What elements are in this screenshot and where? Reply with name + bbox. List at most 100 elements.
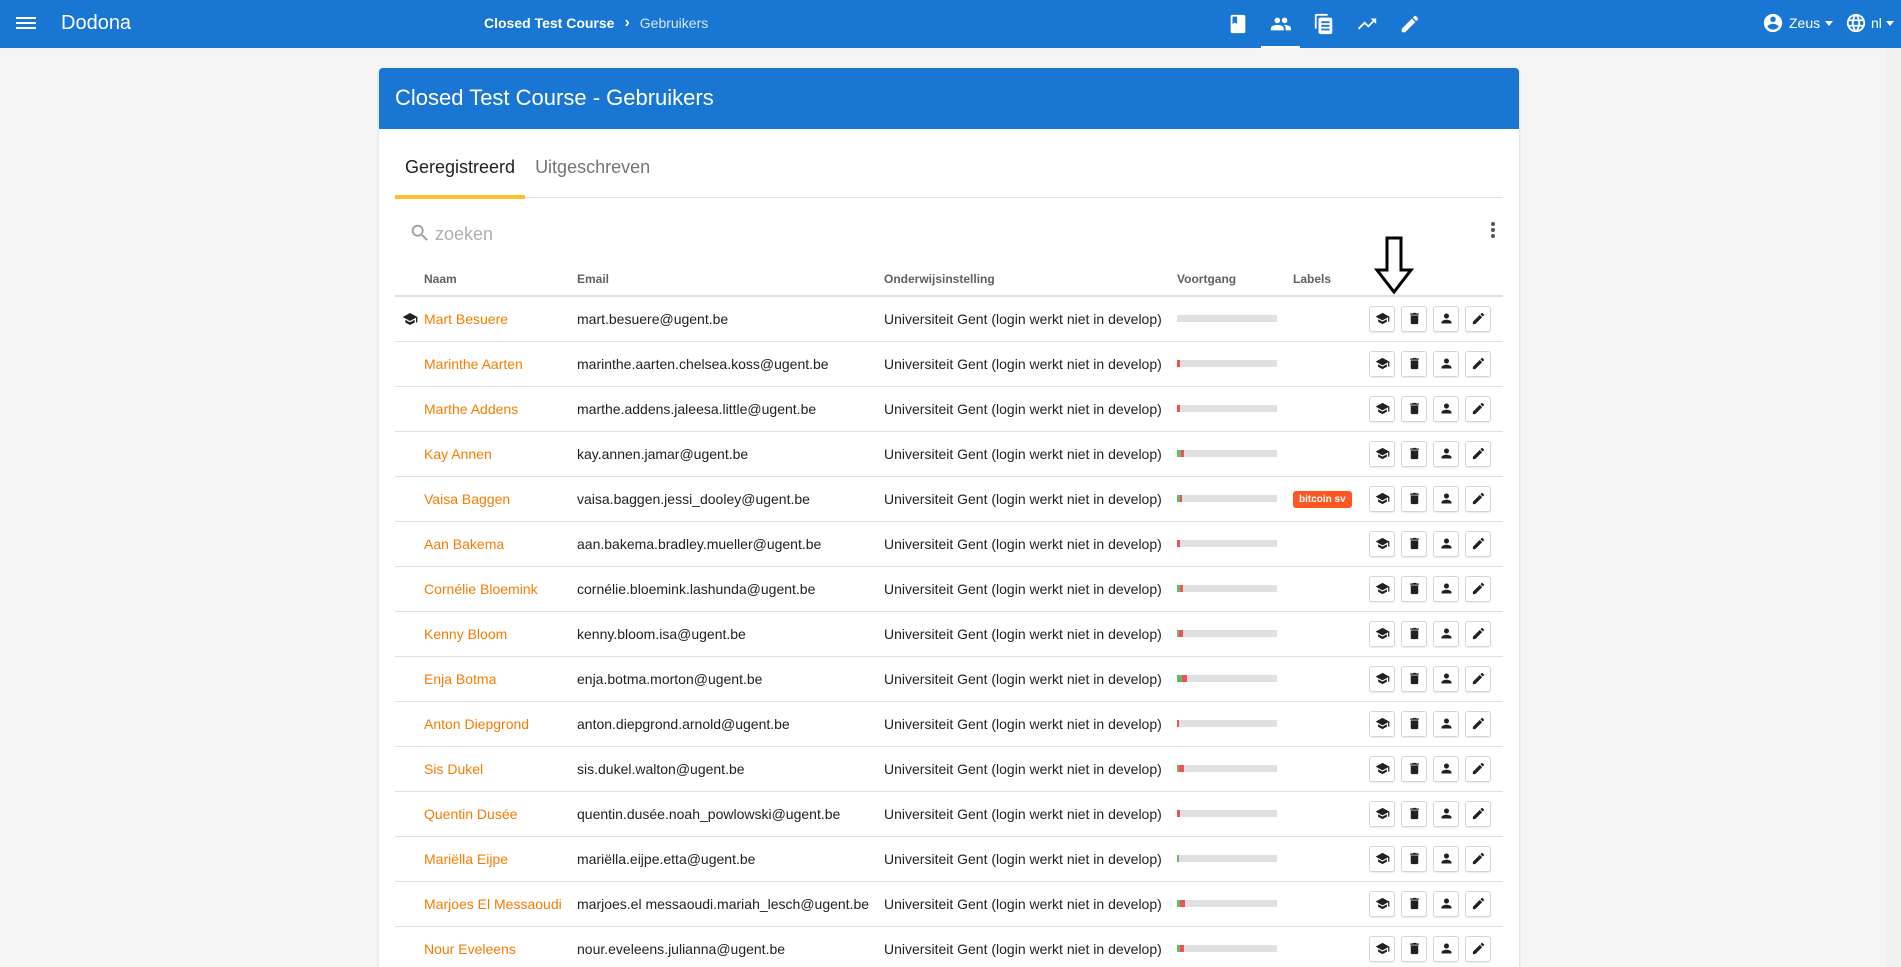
view-user-button[interactable] (1433, 440, 1459, 467)
labels-cell (1293, 566, 1369, 612)
user-name-link[interactable]: Mariëlla Eijpe (424, 851, 508, 867)
pencil-icon[interactable] (1388, 0, 1431, 48)
unregister-button[interactable] (1401, 800, 1427, 827)
unregister-button[interactable] (1401, 845, 1427, 872)
toggle-course-admin-button[interactable] (1369, 350, 1395, 377)
breadcrumb-course[interactable]: Closed Test Course (484, 15, 614, 31)
view-user-button[interactable] (1433, 890, 1459, 917)
unregister-button[interactable] (1401, 710, 1427, 737)
edit-user-button[interactable] (1465, 800, 1491, 827)
toggle-course-admin-button[interactable] (1369, 710, 1395, 737)
view-user-button[interactable] (1433, 395, 1459, 422)
user-name-link[interactable]: Vaisa Baggen (424, 491, 510, 507)
user-name-link[interactable]: Quentin Dusée (424, 806, 517, 822)
edit-user-button[interactable] (1465, 935, 1491, 962)
toggle-course-admin-button[interactable] (1369, 620, 1395, 647)
edit-user-button[interactable] (1465, 350, 1491, 377)
toggle-course-admin-button[interactable] (1369, 305, 1395, 332)
search-input[interactable] (435, 218, 1335, 250)
view-user-button[interactable] (1433, 665, 1459, 692)
table-row: Marthe Addens marthe.addens.jaleesa.litt… (395, 386, 1503, 432)
unregister-button[interactable] (1401, 620, 1427, 647)
edit-user-button[interactable] (1465, 665, 1491, 692)
tab-unsubscribed[interactable]: Uitgeschreven (525, 152, 660, 198)
toggle-course-admin-button[interactable] (1369, 845, 1395, 872)
user-name-link[interactable]: Aan Bakema (424, 536, 504, 552)
toggle-course-admin-button[interactable] (1369, 485, 1395, 512)
user-name-link[interactable]: Marjoes El Messaoudi (424, 896, 562, 912)
progress-cell (1177, 296, 1293, 342)
school-icon (1375, 537, 1389, 550)
user-name-link[interactable]: Kay Annen (424, 446, 492, 462)
unregister-button[interactable] (1401, 665, 1427, 692)
edit-user-button[interactable] (1465, 530, 1491, 557)
view-user-button[interactable] (1433, 620, 1459, 647)
user-name-link[interactable]: Marthe Addens (424, 401, 518, 417)
edit-user-button[interactable] (1465, 755, 1491, 782)
user-name-link[interactable]: Nour Eveleens (424, 941, 516, 957)
toggle-course-admin-button[interactable] (1369, 440, 1395, 467)
toggle-course-admin-button[interactable] (1369, 395, 1395, 422)
user-menu[interactable]: Zeus (1762, 12, 1834, 34)
view-user-button[interactable] (1433, 755, 1459, 782)
user-name-link[interactable]: Enja Botma (424, 671, 496, 687)
more-options-icon[interactable] (1490, 220, 1496, 242)
column-email[interactable]: Email (577, 262, 884, 297)
language-menu[interactable]: nl (1845, 12, 1894, 34)
unregister-button[interactable] (1401, 935, 1427, 962)
unregister-button[interactable] (1401, 755, 1427, 782)
view-user-button[interactable] (1433, 575, 1459, 602)
unregister-button[interactable] (1401, 485, 1427, 512)
edit-user-button[interactable] (1465, 845, 1491, 872)
user-name-link[interactable]: Sis Dukel (424, 761, 483, 777)
user-name-link[interactable]: Cornélie Bloemink (424, 581, 538, 597)
toggle-course-admin-button[interactable] (1369, 665, 1395, 692)
user-name-link[interactable]: Anton Diepgrond (424, 716, 529, 732)
brand-title[interactable]: Dodona (61, 12, 131, 35)
edit-user-button[interactable] (1465, 710, 1491, 737)
unregister-button[interactable] (1401, 440, 1427, 467)
account-circle-icon (1763, 13, 1783, 33)
column-institution[interactable]: Onderwijsinstelling (884, 262, 1177, 297)
column-name[interactable]: Naam (424, 262, 577, 297)
view-user-button[interactable] (1433, 845, 1459, 872)
toggle-course-admin-button[interactable] (1369, 800, 1395, 827)
toggle-course-admin-button[interactable] (1369, 890, 1395, 917)
people-icon[interactable] (1259, 0, 1302, 48)
document-icon[interactable] (1302, 0, 1345, 48)
tab-registered[interactable]: Geregistreerd (395, 152, 526, 199)
toggle-course-admin-button[interactable] (1369, 575, 1395, 602)
edit-user-button[interactable] (1465, 440, 1491, 467)
unregister-button[interactable] (1401, 350, 1427, 377)
view-user-button[interactable] (1433, 350, 1459, 377)
user-name-link[interactable]: Kenny Bloom (424, 626, 507, 642)
edit-user-button[interactable] (1465, 485, 1491, 512)
user-name-link[interactable]: Marinthe Aarten (424, 356, 523, 372)
view-user-button[interactable] (1433, 530, 1459, 557)
page-scrollbar[interactable] (1886, 48, 1901, 967)
view-user-button[interactable] (1433, 800, 1459, 827)
edit-user-button[interactable] (1465, 890, 1491, 917)
hamburger-menu-icon[interactable] (14, 12, 38, 36)
unregister-button[interactable] (1401, 530, 1427, 557)
toggle-course-admin-button[interactable] (1369, 530, 1395, 557)
unregister-button[interactable] (1401, 575, 1427, 602)
view-user-button[interactable] (1433, 710, 1459, 737)
top-app-bar: Dodona Closed Test Course › Gebruikers Z… (0, 0, 1901, 48)
unregister-button[interactable] (1401, 395, 1427, 422)
edit-user-button[interactable] (1465, 305, 1491, 332)
toggle-course-admin-button[interactable] (1369, 935, 1395, 962)
unregister-button[interactable] (1401, 890, 1427, 917)
unregister-button[interactable] (1401, 305, 1427, 332)
toggle-course-admin-button[interactable] (1369, 755, 1395, 782)
trending-up-icon[interactable] (1345, 0, 1388, 48)
edit-user-button[interactable] (1465, 575, 1491, 602)
edit-user-button[interactable] (1465, 620, 1491, 647)
user-name-link[interactable]: Mart Besuere (424, 311, 508, 327)
pencil-icon (1472, 807, 1484, 820)
view-user-button[interactable] (1433, 485, 1459, 512)
edit-user-button[interactable] (1465, 395, 1491, 422)
view-user-button[interactable] (1433, 305, 1459, 332)
view-user-button[interactable] (1433, 935, 1459, 962)
book-icon[interactable] (1216, 0, 1259, 48)
